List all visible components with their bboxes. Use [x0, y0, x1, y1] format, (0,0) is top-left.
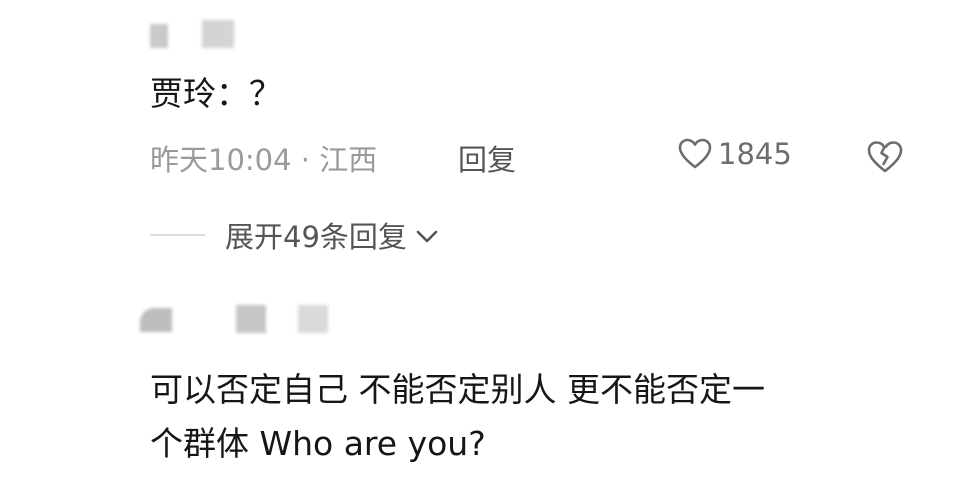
- expand-replies-label: 展开49条回复: [225, 220, 407, 254]
- comment-time-location: 昨天10:04 · 江西: [150, 143, 378, 177]
- expand-replies-button[interactable]: 展开49条回复: [150, 213, 439, 257]
- username-blur-4: [236, 305, 266, 333]
- like-count: 1845: [718, 137, 792, 171]
- username-blur-1: [150, 24, 168, 48]
- heart-outline-icon: [678, 138, 712, 169]
- reply-button[interactable]: 回复: [458, 137, 516, 179]
- username-blur-5: [298, 305, 328, 333]
- username-blur-2: [202, 20, 234, 48]
- like-button[interactable]: 1845: [678, 137, 792, 171]
- comment-2-text-line1: 可以否定自己 不能否定别人 更不能否定一: [150, 370, 765, 409]
- username-blur-3: [140, 308, 172, 332]
- expand-divider-line: [150, 234, 205, 236]
- comment-2-text-line2: 个群体 Who are you?: [150, 424, 486, 463]
- comment-1-text: 贾玲：？: [150, 74, 282, 113]
- chevron-down-icon: [416, 230, 438, 243]
- comment-1-meta: 昨天10:04 · 江西 回复 1845: [150, 137, 920, 179]
- broken-heart-icon: [867, 141, 903, 173]
- dislike-button[interactable]: [866, 140, 904, 181]
